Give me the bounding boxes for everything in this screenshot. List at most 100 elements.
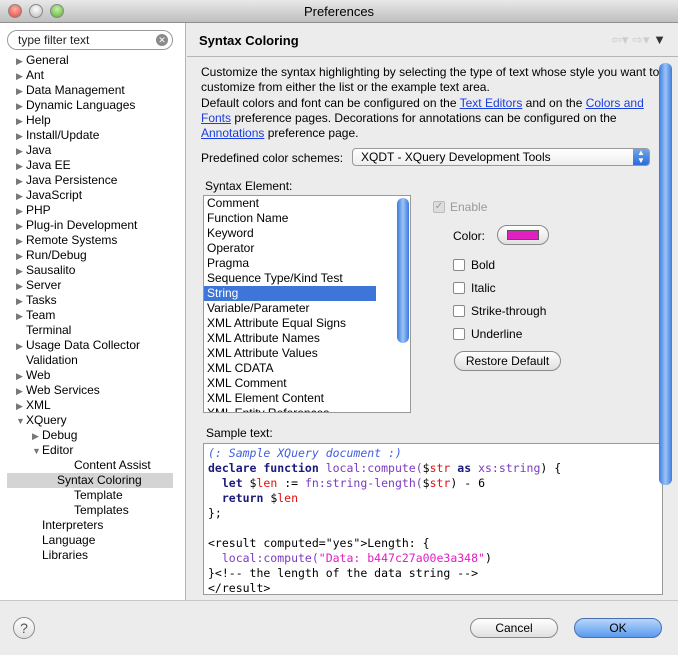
collapsed-arrow-icon[interactable]: ▶ <box>16 249 26 264</box>
tree-item[interactable]: Interpreters <box>32 518 103 533</box>
tree-item[interactable]: ▶ General <box>16 53 69 68</box>
tree-item[interactable]: ▶ JavaScript <box>16 188 82 203</box>
page-scrollbar[interactable] <box>659 63 672 485</box>
collapsed-arrow-icon[interactable]: ▶ <box>16 369 26 384</box>
tree-item[interactable]: Language <box>32 533 95 548</box>
collapsed-arrow-icon[interactable]: ▶ <box>16 159 26 174</box>
back-icon[interactable]: ⇦▾ <box>611 32 628 47</box>
tree-item[interactable]: ▶ Debug <box>32 428 77 443</box>
color-picker-button[interactable] <box>497 225 549 245</box>
syntax-element-item[interactable]: Keyword <box>204 226 376 241</box>
tree-item[interactable]: ▶ Dynamic Languages <box>16 98 135 113</box>
underline-checkbox[interactable] <box>453 328 465 340</box>
collapsed-arrow-icon[interactable]: ▶ <box>16 339 26 354</box>
tree-item[interactable]: Templates <box>48 503 129 518</box>
tree-item[interactable]: ▶ Team <box>16 308 55 323</box>
collapsed-arrow-icon[interactable]: ▶ <box>16 309 26 324</box>
strikethrough-checkbox[interactable] <box>453 305 465 317</box>
tree-item[interactable]: Template <box>48 488 123 503</box>
close-window-button[interactable] <box>8 4 22 18</box>
collapsed-arrow-icon[interactable]: ▶ <box>16 204 26 219</box>
color-scheme-select[interactable]: XQDT - XQuery Development Tools ▲ ▼ <box>352 148 650 166</box>
collapsed-arrow-icon[interactable]: ▶ <box>16 279 26 294</box>
annotations-link[interactable]: Annotations <box>201 126 264 140</box>
tree-item[interactable]: ▶ Install/Update <box>16 128 99 143</box>
tree-item[interactable]: ▶ Java <box>16 143 51 158</box>
tree-item[interactable]: ▶ PHP <box>16 203 51 218</box>
collapsed-arrow-icon[interactable]: ▶ <box>16 84 26 99</box>
tree-item[interactable]: ▶ Web Services <box>16 383 100 398</box>
ok-button[interactable]: OK <box>574 618 662 638</box>
minimize-window-button[interactable] <box>29 4 43 18</box>
collapsed-arrow-icon[interactable]: ▶ <box>16 54 26 69</box>
syntax-element-item[interactable]: XML Attribute Values <box>204 346 376 361</box>
collapsed-arrow-icon[interactable]: ▶ <box>16 69 26 84</box>
tree-item[interactable]: Terminal <box>16 323 71 338</box>
tree-item[interactable]: Content Assist <box>48 458 151 473</box>
tree-item[interactable]: Libraries <box>32 548 88 563</box>
syntax-element-item[interactable]: Sequence Type/Kind Test <box>204 271 376 286</box>
filter-input[interactable]: type filter text ✕ <box>7 30 173 50</box>
tree-item[interactable]: ▶ Remote Systems <box>16 233 117 248</box>
expanded-arrow-icon[interactable]: ▼ <box>16 414 26 429</box>
tree-item[interactable]: ▶ Tasks <box>16 293 57 308</box>
syntax-element-item[interactable]: Pragma <box>204 256 376 271</box>
collapsed-arrow-icon[interactable]: ▶ <box>16 219 26 234</box>
syntax-element-item[interactable]: XML CDATA <box>204 361 376 376</box>
tree-item[interactable]: ▶ XML <box>16 398 51 413</box>
tree-item[interactable]: ▶ Web <box>16 368 50 383</box>
tree-item[interactable]: ▼XQuery <box>16 413 67 428</box>
syntax-element-item[interactable]: Operator <box>204 241 376 256</box>
tree-item[interactable]: ▶ Server <box>16 278 61 293</box>
enable-checkbox[interactable]: ✓ <box>433 201 445 213</box>
collapsed-arrow-icon[interactable]: ▶ <box>16 294 26 309</box>
syntax-element-item[interactable]: Function Name <box>204 211 376 226</box>
collapsed-arrow-icon[interactable]: ▶ <box>16 129 26 144</box>
syntax-element-item[interactable]: XML Attribute Equal Signs <box>204 316 376 331</box>
tree-item[interactable]: ▶ Java EE <box>16 158 71 173</box>
cancel-button[interactable]: Cancel <box>470 618 558 638</box>
bold-checkbox[interactable] <box>453 259 465 271</box>
text-editors-link[interactable]: Text Editors <box>460 96 523 110</box>
syntax-element-item[interactable]: String <box>204 286 376 301</box>
sample-text-area[interactable]: (: Sample XQuery document :) declare func… <box>203 443 663 595</box>
tree-item[interactable]: Validation <box>16 353 78 368</box>
syntax-element-item[interactable]: XML Entity References <box>204 406 376 412</box>
expanded-arrow-icon[interactable]: ▼ <box>32 444 42 459</box>
syntax-element-item[interactable]: XML Attribute Names <box>204 331 376 346</box>
collapsed-arrow-icon[interactable]: ▶ <box>16 114 26 129</box>
tree-item[interactable]: ▶ Run/Debug <box>16 248 87 263</box>
collapsed-arrow-icon[interactable]: ▶ <box>16 144 26 159</box>
syntax-element-item[interactable]: Comment <box>204 196 376 211</box>
tree-item-label: Data Management <box>26 83 125 97</box>
collapsed-arrow-icon[interactable]: ▶ <box>16 189 26 204</box>
syntax-element-list[interactable]: Comment Function Name Keyword Operator Pragm… <box>203 195 411 413</box>
view-menu-icon[interactable]: ▼ <box>653 32 666 47</box>
collapsed-arrow-icon[interactable]: ▶ <box>16 264 26 279</box>
italic-checkbox[interactable] <box>453 282 465 294</box>
help-button[interactable]: ? <box>13 617 35 639</box>
zoom-window-button[interactable] <box>50 4 64 18</box>
collapsed-arrow-icon[interactable]: ▶ <box>16 399 26 414</box>
collapsed-arrow-icon[interactable]: ▶ <box>16 384 26 399</box>
forward-icon[interactable]: ⇨▾ <box>632 32 649 47</box>
tree-item[interactable]: ▶ Ant <box>16 68 44 83</box>
tree-item[interactable]: ▶ Data Management <box>16 83 125 98</box>
collapsed-arrow-icon[interactable]: ▶ <box>16 234 26 249</box>
syntax-element-item[interactable]: XML Element Content <box>204 391 376 406</box>
collapsed-arrow-icon[interactable]: ▶ <box>16 174 26 189</box>
tree-item[interactable]: Syntax Coloring <box>7 473 173 488</box>
syntax-element-item[interactable]: Variable/Parameter <box>204 301 376 316</box>
tree-item[interactable]: ▼Editor <box>32 443 73 458</box>
tree-item[interactable]: ▶ Java Persistence <box>16 173 117 188</box>
clear-filter-icon[interactable]: ✕ <box>156 34 168 46</box>
tree-item[interactable]: ▶ Usage Data Collector <box>16 338 140 353</box>
tree-item[interactable]: ▶ Plug-in Development <box>16 218 137 233</box>
tree-item[interactable]: ▶ Help <box>16 113 51 128</box>
restore-default-button[interactable]: Restore Default <box>454 351 561 371</box>
list-scrollbar[interactable] <box>397 198 409 343</box>
tree-item[interactable]: ▶ Sausalito <box>16 263 75 278</box>
syntax-element-item[interactable]: XML Comment <box>204 376 376 391</box>
collapsed-arrow-icon[interactable]: ▶ <box>16 99 26 114</box>
collapsed-arrow-icon[interactable]: ▶ <box>32 429 42 444</box>
